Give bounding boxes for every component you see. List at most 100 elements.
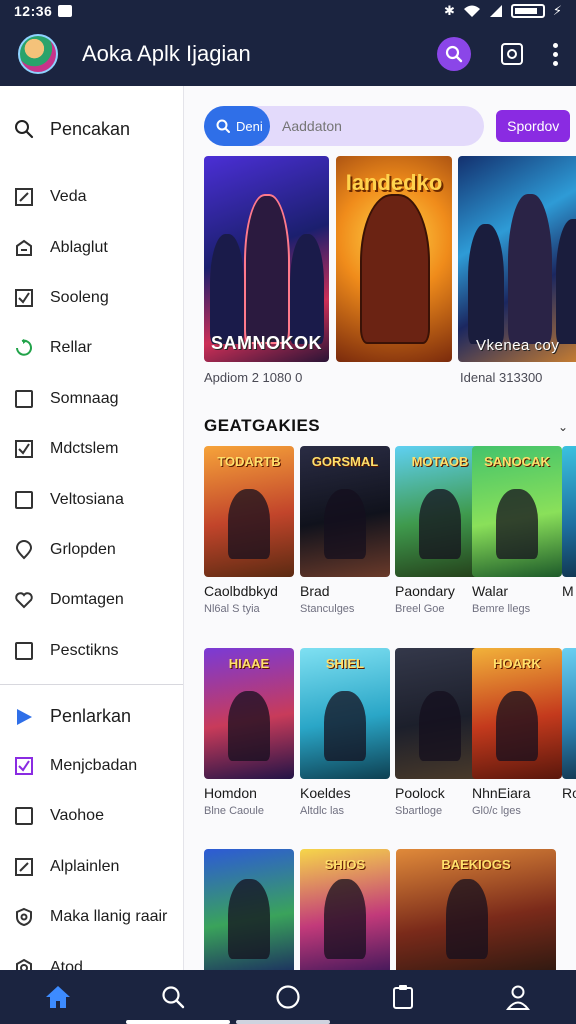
- game-cover-title: HOARK: [493, 656, 541, 671]
- sidebar-item[interactable]: Vaohoe: [0, 791, 183, 841]
- featured-meta-right: Idenal 313300: [460, 370, 543, 385]
- featured-card[interactable]: SAMNOKOK: [204, 156, 329, 362]
- sidebar-item-label: Pencakan: [50, 118, 131, 139]
- game-title: Brad: [300, 583, 330, 599]
- game-tile[interactable]: SANOCAK Walar Bemre llegs: [472, 446, 562, 615]
- avatar[interactable]: [18, 34, 58, 74]
- clipboard-icon[interactable]: [389, 983, 417, 1011]
- game-cover-art: BAEKIOGS: [396, 849, 556, 970]
- featured-card[interactable]: Vkenea coy: [458, 156, 576, 362]
- sidebar-item[interactable]: Grlopden: [0, 525, 183, 575]
- sidebar-item[interactable]: Alplainlen: [0, 842, 183, 892]
- search-icon: [445, 45, 463, 63]
- games-row: TODARTB Caolbdbkyd Nl6al S tyia GORSMAL Brad…: [204, 446, 576, 626]
- chevron-down-icon[interactable]: ⌄: [558, 420, 568, 434]
- games-row: HIAAE Homdon Blne Caoule SHIEL Koeldes Altdlc…: [204, 648, 576, 828]
- search-input[interactable]: [282, 118, 472, 134]
- sidebar-item-label: Domtagen: [50, 591, 124, 609]
- section-title: GEATGAKIES: [204, 416, 321, 435]
- featured-carousel: SAMNOKOK Iandedko Vkenea coy: [204, 156, 576, 362]
- sidebar-item[interactable]: Domtagen: [0, 575, 183, 625]
- sidebar-item-section[interactable]: Penlarkan: [0, 693, 183, 741]
- sidebar-item[interactable]: Ablaglut: [0, 222, 183, 272]
- game-tile[interactable]: TODARTB Caolbdbkyd Nl6al S tyia: [204, 446, 294, 615]
- profile-icon[interactable]: [504, 983, 532, 1011]
- game-subtitle: Blne Caoule: [204, 805, 264, 817]
- sidebar-item[interactable]: Veltosiana: [0, 474, 183, 524]
- game-tile[interactable]: GORSMAL Brad Stanculges: [300, 446, 390, 615]
- sidebar-item[interactable]: Rellar: [0, 323, 183, 373]
- sidebar-item[interactable]: Veda: [0, 172, 183, 222]
- game-tile[interactable]: [204, 849, 294, 970]
- sidebar-item-label: Alplainlen: [50, 857, 120, 875]
- game-tile[interactable]: M: [562, 446, 576, 599]
- location-icon: [14, 539, 34, 560]
- game-title: NhnEiara: [472, 785, 531, 801]
- main-content: Deni Spordov SAMNOKOK Iandedko Vkenea co…: [184, 86, 576, 970]
- edit-icon: [14, 857, 34, 877]
- sidebar-item[interactable]: Pesctikns: [0, 626, 183, 676]
- search-icon: [216, 119, 230, 133]
- square-icon: [14, 490, 34, 510]
- sidebar-item[interactable]: Somnaag: [0, 374, 183, 424]
- featured-meta-left: Apdiom 2 1080 0: [204, 370, 303, 385]
- game-cover-art: [204, 849, 294, 970]
- notification-icon: [58, 5, 73, 17]
- game-cover-title: BAEKIOGS: [441, 857, 511, 872]
- game-cover-title: SANOCAK: [484, 454, 550, 469]
- sidebar-item-label: Pesctikns: [50, 641, 119, 659]
- search-submit-button[interactable]: Spordov: [496, 110, 570, 142]
- checkbox-purple-icon: [14, 756, 34, 776]
- status-icons: ✱ ⚡: [444, 3, 562, 19]
- search-filter-pill[interactable]: Deni: [204, 106, 270, 146]
- sidebar-item-label: Rellar: [50, 339, 92, 357]
- circle-icon[interactable]: [274, 983, 302, 1011]
- game-cover-title: SHIEL: [325, 656, 365, 671]
- game-title: Koeldes: [300, 785, 351, 801]
- status-bar: 12:36 ✱ ⚡: [0, 0, 576, 22]
- square-icon: [14, 641, 34, 661]
- featured-title: Iandedko: [345, 170, 443, 195]
- sidebar: Pencakan Veda Ablaglut Sooleng Rellar Somnaa…: [0, 86, 184, 977]
- battery-icon: [510, 4, 545, 18]
- game-cover-art: HIAAE: [204, 648, 294, 779]
- game-tile[interactable]: HIAAE Homdon Blne Caoule: [204, 648, 294, 817]
- search-button[interactable]: [437, 37, 471, 71]
- app-bar-actions: [437, 37, 558, 71]
- sidebar-item-label: Mdctslem: [50, 440, 119, 458]
- sidebar-item[interactable]: Mdctslem: [0, 424, 183, 474]
- search-box[interactable]: Deni: [204, 106, 485, 146]
- game-cover-title: TODARTB: [217, 454, 281, 469]
- featured-card[interactable]: Iandedko: [336, 156, 452, 362]
- game-tile[interactable]: BAEKIOGS: [396, 849, 556, 970]
- upload-icon: [14, 238, 34, 258]
- camera-icon[interactable]: [501, 43, 523, 65]
- game-title: M: [562, 583, 574, 599]
- top-app-bar: Aoka Aplk Ijagian: [0, 22, 576, 86]
- square-icon: [14, 806, 34, 826]
- home-icon[interactable]: [44, 983, 72, 1011]
- game-subtitle: Gl0/c lges: [472, 805, 521, 817]
- sidebar-item[interactable]: Sooleng: [0, 273, 183, 323]
- checkbox-icon: [14, 439, 34, 459]
- sidebar-item[interactable]: Menjcbadan: [0, 741, 183, 791]
- game-title: Homdon: [204, 785, 257, 801]
- signal-icon: [489, 5, 502, 17]
- sidebar-list-secondary: Menjcbadan Vaohoe Alplainlen Maka llanig ra…: [0, 741, 183, 993]
- game-tile[interactable]: SHIOS: [300, 849, 390, 970]
- game-tile[interactable]: Ro: [562, 648, 576, 801]
- sidebar-item[interactable]: Maka llanig raair: [0, 892, 183, 942]
- sidebar-item-search[interactable]: Pencakan: [0, 86, 183, 172]
- sidebar-divider: [0, 683, 183, 685]
- charging-icon: ⚡: [552, 3, 562, 18]
- sidebar-item-label: Menjcbadan: [50, 757, 138, 775]
- game-subtitle: Altdlc las: [300, 805, 345, 817]
- game-tile[interactable]: SHIEL Koeldes Altdlc las: [300, 648, 390, 817]
- more-options-icon[interactable]: [553, 42, 558, 66]
- sidebar-item-label: Veda: [50, 188, 87, 206]
- featured-title: Vkenea coy: [476, 337, 560, 354]
- search-pill-label: Deni: [236, 118, 263, 134]
- heart-icon: [14, 590, 34, 610]
- search-icon[interactable]: [159, 983, 187, 1011]
- game-tile[interactable]: HOARK NhnEiara Gl0/c lges: [472, 648, 562, 817]
